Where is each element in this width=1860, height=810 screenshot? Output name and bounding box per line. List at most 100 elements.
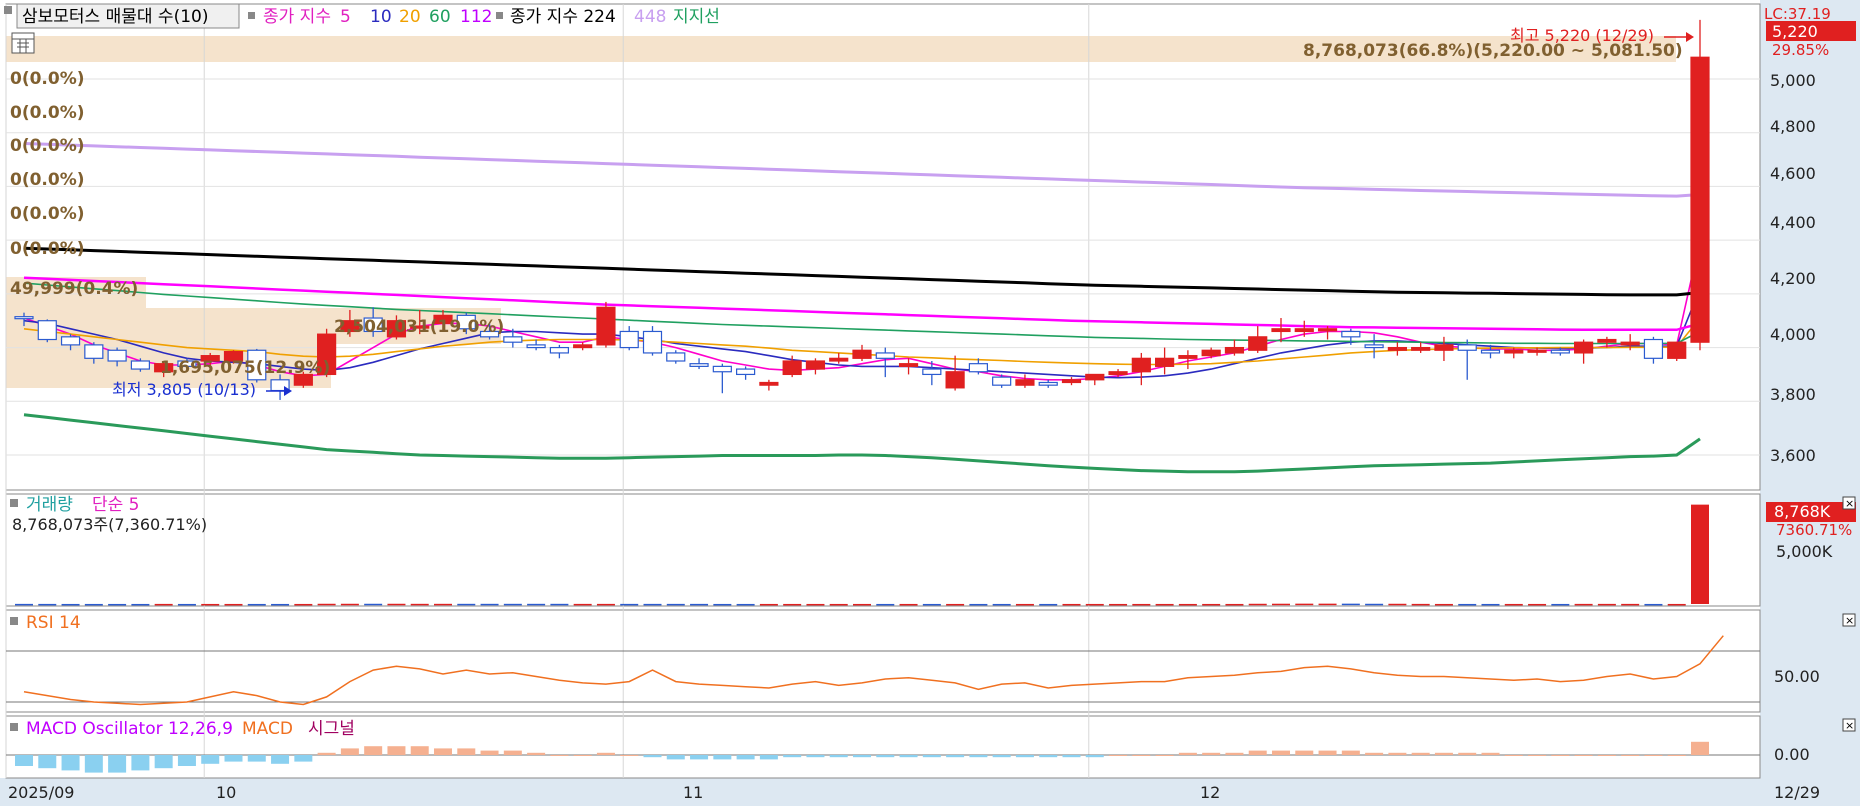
candle-body bbox=[1480, 349, 1501, 354]
macd-bar bbox=[876, 755, 895, 758]
volume-bar bbox=[1365, 603, 1384, 606]
macd-bar bbox=[1109, 755, 1128, 756]
calendar-icon[interactable] bbox=[11, 32, 35, 54]
macd-bar bbox=[1318, 750, 1337, 755]
ma-period-112: 112 bbox=[460, 7, 492, 27]
volume-bar bbox=[1039, 603, 1058, 606]
volume-bar bbox=[992, 603, 1011, 606]
price-tick: 4,800 bbox=[1770, 117, 1816, 136]
macd-bar bbox=[1341, 750, 1360, 755]
close-icon[interactable]: × bbox=[1842, 718, 1856, 732]
volume-bar bbox=[596, 603, 615, 606]
volume-bar bbox=[201, 603, 220, 606]
stock-name[interactable]: 삼보모터스 매물대 수(10) bbox=[22, 7, 208, 27]
close-icon[interactable]: × bbox=[1842, 613, 1856, 627]
candle-body bbox=[1201, 349, 1221, 357]
macd-bar bbox=[853, 755, 871, 758]
rsi-tick: 50.00 bbox=[1774, 667, 1820, 686]
volume-bar bbox=[1318, 603, 1337, 606]
volume-bar bbox=[550, 603, 569, 606]
volume-bar bbox=[1411, 603, 1430, 606]
ma2-label: 종가 지수 224 bbox=[510, 7, 616, 27]
candle-body bbox=[1108, 371, 1128, 376]
profile-row: 0(0.0%) bbox=[10, 170, 85, 190]
macd-bar bbox=[1388, 752, 1407, 755]
candle-body bbox=[14, 316, 34, 320]
volume-change: 7360.71% bbox=[1776, 521, 1852, 539]
price-tick: 3,800 bbox=[1770, 385, 1816, 404]
candle-body bbox=[759, 381, 779, 386]
volume-bar bbox=[84, 603, 103, 606]
candle-body bbox=[1085, 373, 1105, 381]
close-icon[interactable]: × bbox=[1842, 496, 1856, 510]
volume-bar bbox=[1132, 603, 1151, 606]
volume-bar bbox=[131, 603, 150, 606]
candle-body bbox=[1038, 381, 1058, 386]
candle-body bbox=[1015, 379, 1035, 386]
macd-bar bbox=[503, 750, 522, 755]
macd-bar bbox=[131, 755, 150, 771]
profile-band-2: 2,504,031(19.0%) bbox=[334, 317, 504, 337]
volume-bar bbox=[1202, 603, 1221, 606]
volume-bar bbox=[1272, 603, 1290, 606]
x-tick: 11 bbox=[683, 783, 703, 802]
candle-body bbox=[829, 357, 849, 362]
candle-body bbox=[1317, 328, 1338, 332]
macd-bar bbox=[1202, 752, 1221, 755]
macd-bar bbox=[1481, 752, 1500, 755]
candle-body bbox=[596, 306, 616, 346]
last-date: 12/29 bbox=[1774, 783, 1820, 802]
stock-chart[interactable]: 삼보모터스 매물대 수(10) 종가 지수 5 10 20 60 112 종가 … bbox=[0, 0, 1860, 806]
volume-bar bbox=[480, 603, 499, 606]
macd-bar bbox=[550, 755, 569, 756]
legend-square-icon bbox=[10, 617, 18, 625]
macd-bar bbox=[1458, 752, 1477, 755]
chart-canvas[interactable]: 삼보모터스 매물대 수(10) 종가 지수 5 10 20 60 112 종가 … bbox=[0, 0, 1860, 806]
volume-bar bbox=[154, 603, 173, 606]
candle-body bbox=[1690, 56, 1710, 343]
volume-bar bbox=[829, 603, 848, 606]
candle-body bbox=[642, 330, 663, 354]
profile-band-3: 1,695,075(12.9%) bbox=[160, 358, 330, 378]
candle-body bbox=[736, 368, 756, 376]
macd-bar bbox=[317, 752, 336, 755]
macd-bar bbox=[1411, 752, 1430, 755]
macd-bar bbox=[759, 755, 778, 760]
ma-period-60: 60 bbox=[429, 7, 451, 27]
volume-bar bbox=[690, 603, 709, 606]
volume-ma-label: 단순 5 bbox=[92, 495, 140, 515]
volume-bar bbox=[969, 603, 988, 606]
volume-bar bbox=[1574, 603, 1593, 606]
x-tick: 10 bbox=[216, 783, 236, 802]
x-axis-panel bbox=[0, 778, 1860, 806]
macd-bar bbox=[61, 755, 80, 771]
macd-bar bbox=[224, 755, 243, 762]
volume-bar bbox=[434, 603, 452, 606]
macd-bar bbox=[1178, 752, 1197, 755]
volume-bar bbox=[503, 603, 522, 606]
candle-body bbox=[945, 371, 965, 389]
candle-body bbox=[1550, 349, 1570, 354]
candle-body bbox=[1434, 344, 1454, 351]
volume-bar bbox=[946, 603, 965, 606]
candle-body bbox=[1341, 330, 1361, 338]
volume-bar bbox=[620, 603, 639, 606]
macd-bar bbox=[1132, 755, 1151, 756]
volume-bar bbox=[1295, 603, 1314, 606]
price-tick: 5,000 bbox=[1770, 71, 1816, 90]
macd-bar bbox=[1085, 755, 1104, 758]
candle-body bbox=[805, 360, 826, 370]
macd-bar bbox=[620, 755, 639, 756]
macd-bar bbox=[643, 755, 662, 758]
ma-period-10: 10 bbox=[370, 7, 392, 27]
macd-bar bbox=[806, 755, 825, 758]
candle-body bbox=[1155, 357, 1175, 367]
volume-bar bbox=[1504, 603, 1523, 606]
macd-bar bbox=[1434, 752, 1453, 755]
x-tick: 12 bbox=[1200, 783, 1220, 802]
volume-bar bbox=[364, 603, 383, 606]
macd-bar bbox=[1597, 755, 1616, 756]
macd-bar bbox=[434, 748, 452, 755]
volume-bar bbox=[1597, 603, 1616, 606]
volume-bar bbox=[1225, 603, 1244, 606]
